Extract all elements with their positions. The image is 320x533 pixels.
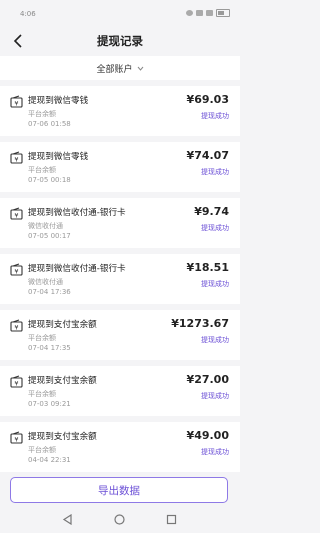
svg-text:¥: ¥ [14,100,18,108]
record-title: 提现到支付宝余额 [28,320,97,330]
record-amount: ¥69.03 [186,93,229,106]
chevron-down-icon [137,66,143,71]
withdrawal-record-row[interactable]: ¥ 提现到微信零钱 平台余额 07-06 01:58 ¥69.03 提现成功 [0,86,240,136]
nav-recents-icon[interactable] [166,514,177,525]
battery-icon [216,9,230,17]
record-title: 提现到微信零钱 [28,96,89,106]
record-source: 微信收付通 [28,222,63,230]
record-amount: ¥1273.67 [171,317,229,330]
svg-text:¥: ¥ [14,212,18,220]
record-title: 提现到支付宝余额 [28,376,97,386]
svg-text:¥: ¥ [14,156,18,164]
record-source: 平台余额 [28,390,56,398]
withdrawal-record-row[interactable]: ¥ 提现到微信收付通-银行卡 微信收付通 07-04 17:36 ¥18.51 提现成功 [0,254,240,304]
record-status: 提现成功 [201,448,229,456]
status-bar: 4:06 [0,0,240,28]
record-time: 04-04 22:31 [28,456,71,464]
account-filter-label: 全部账户 [96,64,133,75]
withdrawal-record-row[interactable]: ¥ 提现到微信收付通-银行卡 微信收付通 07-05 00:17 ¥9.74 提现成功 [0,198,240,248]
notification-icon [186,10,193,16]
wallet-icon: ¥ [10,207,23,220]
svg-text:¥: ¥ [14,268,18,276]
record-status: 提现成功 [201,280,229,288]
record-amount: ¥74.07 [186,149,229,162]
record-title: 提现到微信零钱 [28,152,89,162]
record-time: 07-06 01:58 [28,120,71,128]
system-navigation-bar [0,507,240,533]
record-status: 提现成功 [201,168,229,176]
record-amount: ¥49.00 [186,429,229,442]
wallet-icon: ¥ [10,95,23,108]
record-source: 微信收付通 [28,278,63,286]
record-source: 平台余额 [28,166,56,174]
record-time: 07-04 17:36 [28,288,71,296]
status-time: 4:06 [20,10,36,18]
record-status: 提现成功 [201,112,229,120]
page-title: 提现记录 [97,34,143,48]
record-amount: ¥18.51 [186,261,229,274]
signal-icon [206,10,213,16]
wallet-icon: ¥ [10,431,23,444]
record-time: 07-03 09:21 [28,400,71,408]
wallet-icon: ¥ [10,263,23,276]
wallet-icon: ¥ [10,375,23,388]
record-source: 平台余额 [28,110,56,118]
status-icons [186,9,230,17]
record-status: 提现成功 [201,224,229,232]
record-amount: ¥27.00 [186,373,229,386]
record-amount: ¥9.74 [194,205,229,218]
nav-bar: 提现记录 [0,28,240,54]
withdrawal-record-row[interactable]: ¥ 提现到支付宝余额 平台余额 04-04 22:31 ¥49.00 提现成功 [0,422,240,472]
withdrawal-record-row[interactable]: ¥ 提现到支付宝余额 平台余额 07-04 17:35 ¥1273.67 提现成功 [0,310,240,360]
record-status: 提现成功 [201,392,229,400]
record-status: 提现成功 [201,336,229,344]
export-data-button[interactable]: 导出数据 [10,477,228,503]
wallet-icon: ¥ [10,319,23,332]
nav-back-icon[interactable] [62,514,73,525]
svg-text:¥: ¥ [14,324,18,332]
withdrawal-record-row[interactable]: ¥ 提现到微信零钱 平台余额 07-05 00:18 ¥74.07 提现成功 [0,142,240,192]
svg-text:¥: ¥ [14,436,18,444]
wallet-icon: ¥ [10,151,23,164]
record-time: 07-05 00:18 [28,176,71,184]
record-source: 平台余额 [28,446,56,454]
record-title: 提现到微信收付通-银行卡 [28,264,126,274]
svg-text:¥: ¥ [14,380,18,388]
withdrawal-record-row[interactable]: ¥ 提现到支付宝余额 平台余额 07-03 09:21 ¥27.00 提现成功 [0,366,240,416]
record-time: 07-05 00:17 [28,232,71,240]
wifi-icon [196,10,203,16]
filter-bar: 全部账户 [0,56,240,80]
account-filter-dropdown[interactable]: 全部账户 [96,62,143,75]
record-title: 提现到微信收付通-银行卡 [28,208,126,218]
record-title: 提现到支付宝余额 [28,432,97,442]
record-source: 平台余额 [28,334,56,342]
record-time: 07-04 17:35 [28,344,71,352]
nav-home-icon[interactable] [114,514,125,525]
